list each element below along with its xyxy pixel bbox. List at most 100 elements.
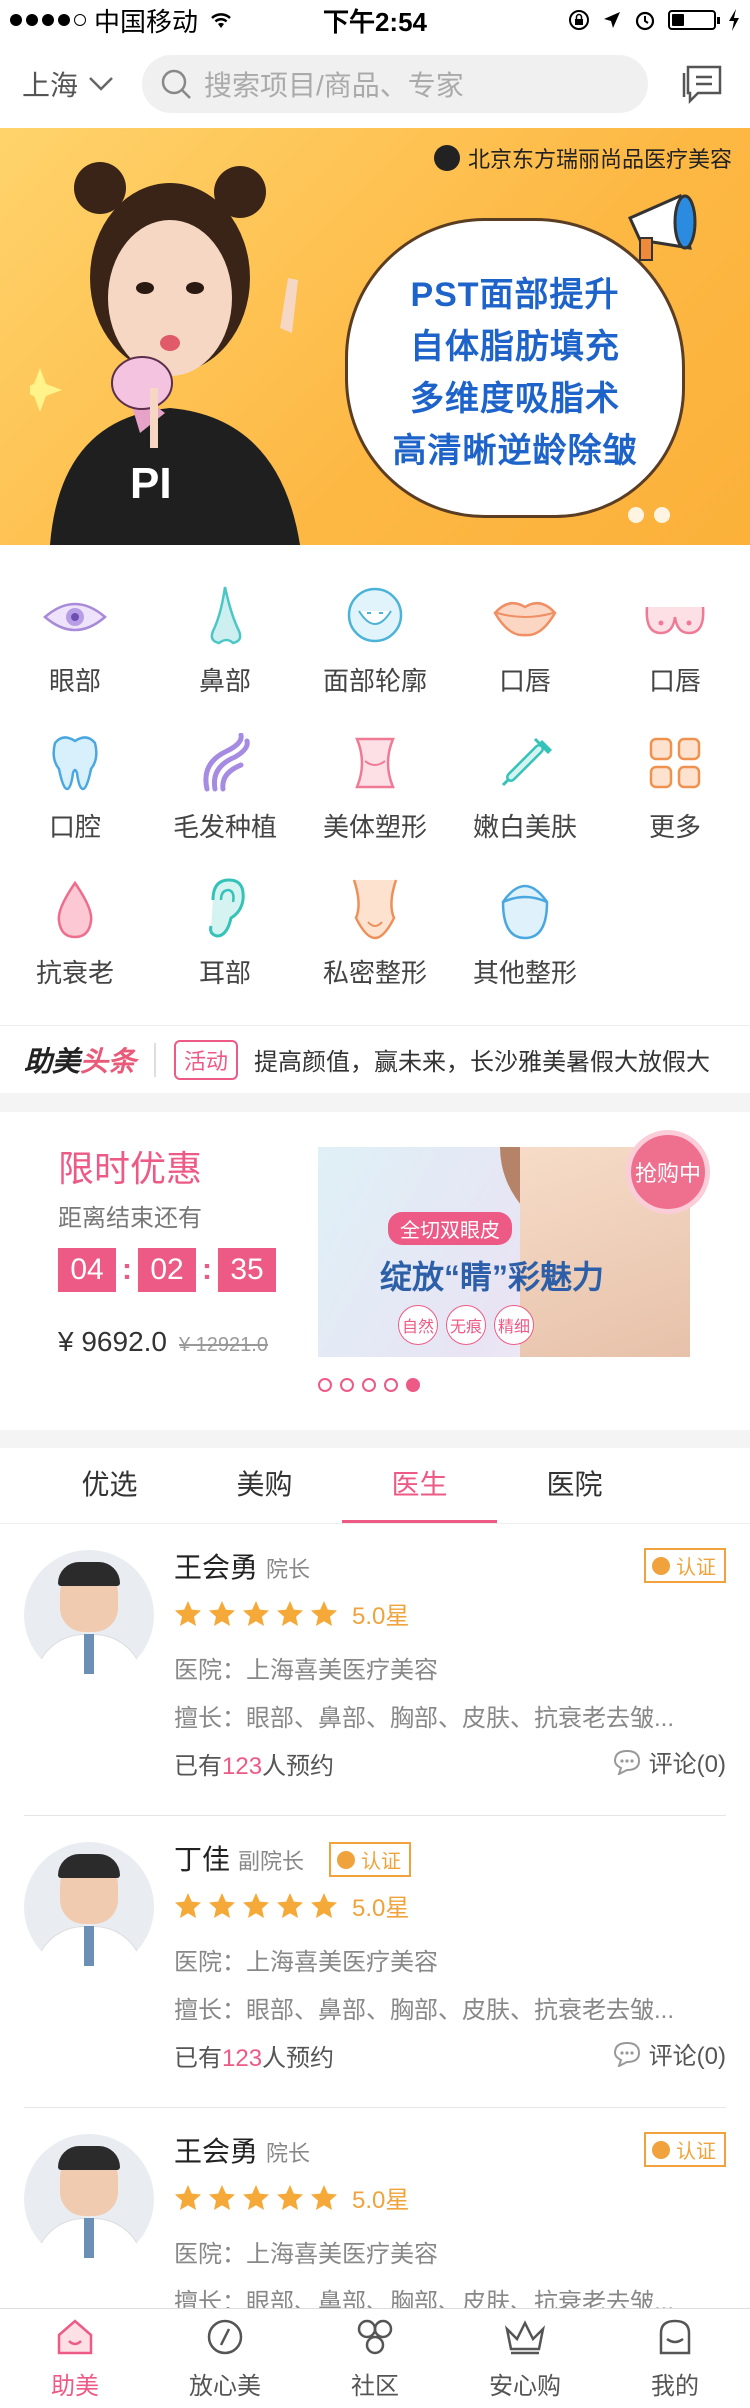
category-item[interactable]: 嫩白美肤 (450, 731, 600, 857)
doctor-name: 丁佳 (174, 1844, 231, 1875)
bottom-tab-bar: 助美 放心美 社区 安心购 我的 (0, 2308, 750, 2408)
category-label: 眼部 (48, 666, 101, 696)
category-label: 口唇 (648, 666, 701, 696)
countdown-colon: : (202, 1253, 212, 1286)
pagination-dot[interactable] (340, 1378, 354, 1392)
countdown-hours: 04 (58, 1248, 116, 1292)
pagination-dot[interactable] (362, 1378, 376, 1392)
category-label: 其他整形 (472, 958, 577, 988)
category-item[interactable]: 抗衰老 (0, 877, 150, 1003)
pagination-dot[interactable] (384, 1378, 398, 1392)
news-ticker[interactable]: 助美头条 活动 提高颜值，赢未来，长沙雅美暑假大放假大 (0, 1025, 750, 1093)
category-item[interactable]: 口腔 (0, 731, 150, 857)
search-input[interactable]: 搜索项目/商品、专家 (142, 55, 648, 113)
comment-button[interactable]: 评论(0) (613, 1744, 726, 1779)
message-button[interactable] (676, 58, 728, 110)
charging-icon (729, 9, 739, 31)
pagination-dot[interactable] (318, 1378, 332, 1392)
category-label: 口唇 (498, 666, 551, 696)
comment-count: 评论(0) (648, 2043, 726, 2070)
category-grid: 眼部 鼻部 面部轮廓 口唇 口唇口腔 毛发种植 美体塑形 嫩白美肤 更多抗衰老 耳部 私密整形 其他整… (0, 545, 750, 1025)
category-item[interactable]: 耳部 (150, 877, 300, 1003)
doctor-hospital: 医院：上海喜美医疗美容 (174, 1949, 438, 1976)
hospital-logo-icon (433, 145, 460, 171)
news-headline[interactable]: 提高颜值，赢未来，长沙雅美暑假大放假大 (254, 1042, 710, 1077)
tab-item[interactable]: 医生 (342, 1448, 497, 1523)
promo-badge: 精细 (494, 1305, 534, 1345)
tabbar-item[interactable]: 安心购 (450, 2309, 600, 2408)
tabbar-item[interactable]: 社区 (300, 2309, 450, 2408)
doctor-rank: 院长 (266, 1557, 311, 1582)
tabbar-item[interactable]: 我的 (600, 2309, 750, 2408)
banner-pagination (628, 507, 670, 523)
banner-line-4: 高清晰逆龄除皱 (392, 432, 638, 470)
rush-badge[interactable]: 抢购中 (626, 1130, 710, 1214)
category-label: 私密整形 (322, 958, 427, 988)
tabbar-item[interactable]: 助美 (0, 2309, 150, 2408)
tabbar-label: 安心购 (489, 2372, 561, 2400)
doctor-name-row: 王会勇 院长 (174, 1546, 310, 1586)
nose-icon (190, 585, 260, 649)
doctor-card[interactable]: 丁佳 副院长 认证 5.0星 医院：上海喜美医疗美容 擅长：眼部、鼻部、胸部、皮肤… (24, 1816, 726, 2108)
category-item[interactable]: 眼部 (0, 585, 150, 711)
banner-model-illustration: PI (30, 162, 300, 545)
signal-icon (10, 14, 86, 26)
promo-title: 绽放“睛”彩魅力 (380, 1259, 605, 1295)
flash-subtitle: 距离结束还有 (58, 1205, 202, 1232)
flash-title: 限时优惠 (58, 1148, 203, 1189)
category-label: 抗衰老 (35, 958, 114, 988)
category-item[interactable]: 更多 (600, 731, 750, 857)
category-item[interactable]: 私密整形 (300, 877, 450, 1003)
wifi-icon (211, 13, 231, 28)
city-label: 上海 (22, 70, 79, 101)
tabbar-label: 社区 (351, 2372, 399, 2400)
doctor-list: 王会勇 院长 认证 5.0星 医院：上海喜美医疗美容 擅长：眼部、鼻部、胸部、皮肤… (0, 1524, 750, 2400)
category-item[interactable]: 鼻部 (150, 585, 300, 711)
doctor-card[interactable]: 王会勇 院长 认证 5.0星 医院：上海喜美医疗美容 擅长：眼部、鼻部、胸部、皮肤… (24, 1524, 726, 1816)
pagination-dot[interactable] (406, 1378, 420, 1392)
doctor-hospital: 医院：上海喜美医疗美容 (174, 1657, 438, 1684)
category-item[interactable]: 口唇 (600, 585, 750, 711)
message-icon (682, 65, 722, 105)
rating-stars: 5.0星 (174, 1888, 409, 1923)
certified-badge: 认证 (644, 2132, 726, 2167)
category-item[interactable]: 美体塑形 (300, 731, 450, 857)
doctor-rank: 副院长 (238, 1849, 305, 1874)
banner-line-1: PST面部提升 (410, 276, 620, 314)
certified-label: 认证 (361, 1851, 401, 1873)
home-icon (55, 2317, 95, 2362)
tab-item[interactable]: 美购 (187, 1448, 342, 1523)
banner-hospital-name: 北京东方瑞丽尚品医疗美容 (467, 147, 732, 172)
shield-icon (205, 2317, 245, 2362)
doctor-avatar (24, 2134, 154, 2264)
diamond-icon (652, 2140, 670, 2159)
svg-text:PI: PI (130, 459, 172, 508)
banner-line-2: 自体脂肪填充 (410, 328, 620, 366)
hero-banner[interactable]: 北京东方瑞丽尚品医疗美容 PI PST面部提升 自体脂肪填充 多维度吸脂术 高清… (0, 128, 750, 545)
tabbar-item[interactable]: 放心美 (150, 2309, 300, 2408)
tab-item[interactable]: 优选 (32, 1448, 187, 1523)
promo-tag: 全切双眼皮 (388, 1212, 512, 1245)
category-item[interactable]: 面部轮廓 (300, 585, 450, 711)
doctor-name-row: 丁佳 副院长 (174, 1838, 304, 1878)
booked-count: 已有123人预约 (174, 2038, 334, 2073)
top-header: 上海 搜索项目/商品、专家 (0, 40, 750, 128)
city-selector[interactable]: 上海 (22, 64, 132, 104)
category-item[interactable]: 毛发种植 (150, 731, 300, 857)
promo-badges: 自然 无痕 精细 (398, 1305, 534, 1345)
category-item[interactable]: 口唇 (450, 585, 600, 711)
tab-item[interactable]: 医院 (497, 1448, 652, 1523)
app-root: 中国移动 下午2:54 上海 搜索项目/商品、专家 北京东方瑞丽尚品医疗美容 P… (0, 0, 750, 2408)
booked-prefix: 已有 (174, 2045, 222, 2072)
comment-button[interactable]: 评论(0) (613, 2036, 726, 2071)
category-label: 鼻部 (198, 666, 251, 696)
doctor-name: 王会勇 (174, 1552, 259, 1583)
body-icon (340, 731, 410, 795)
drop-icon (40, 877, 110, 941)
certified-label: 认证 (676, 1557, 716, 1579)
banner-line-3: 多维度吸脂术 (410, 380, 620, 418)
news-brand: 助美头条 (24, 1040, 136, 1080)
countdown-minutes: 02 (138, 1248, 196, 1292)
category-item[interactable]: 其他整形 (450, 877, 600, 1003)
profile-icon (655, 2317, 695, 2362)
